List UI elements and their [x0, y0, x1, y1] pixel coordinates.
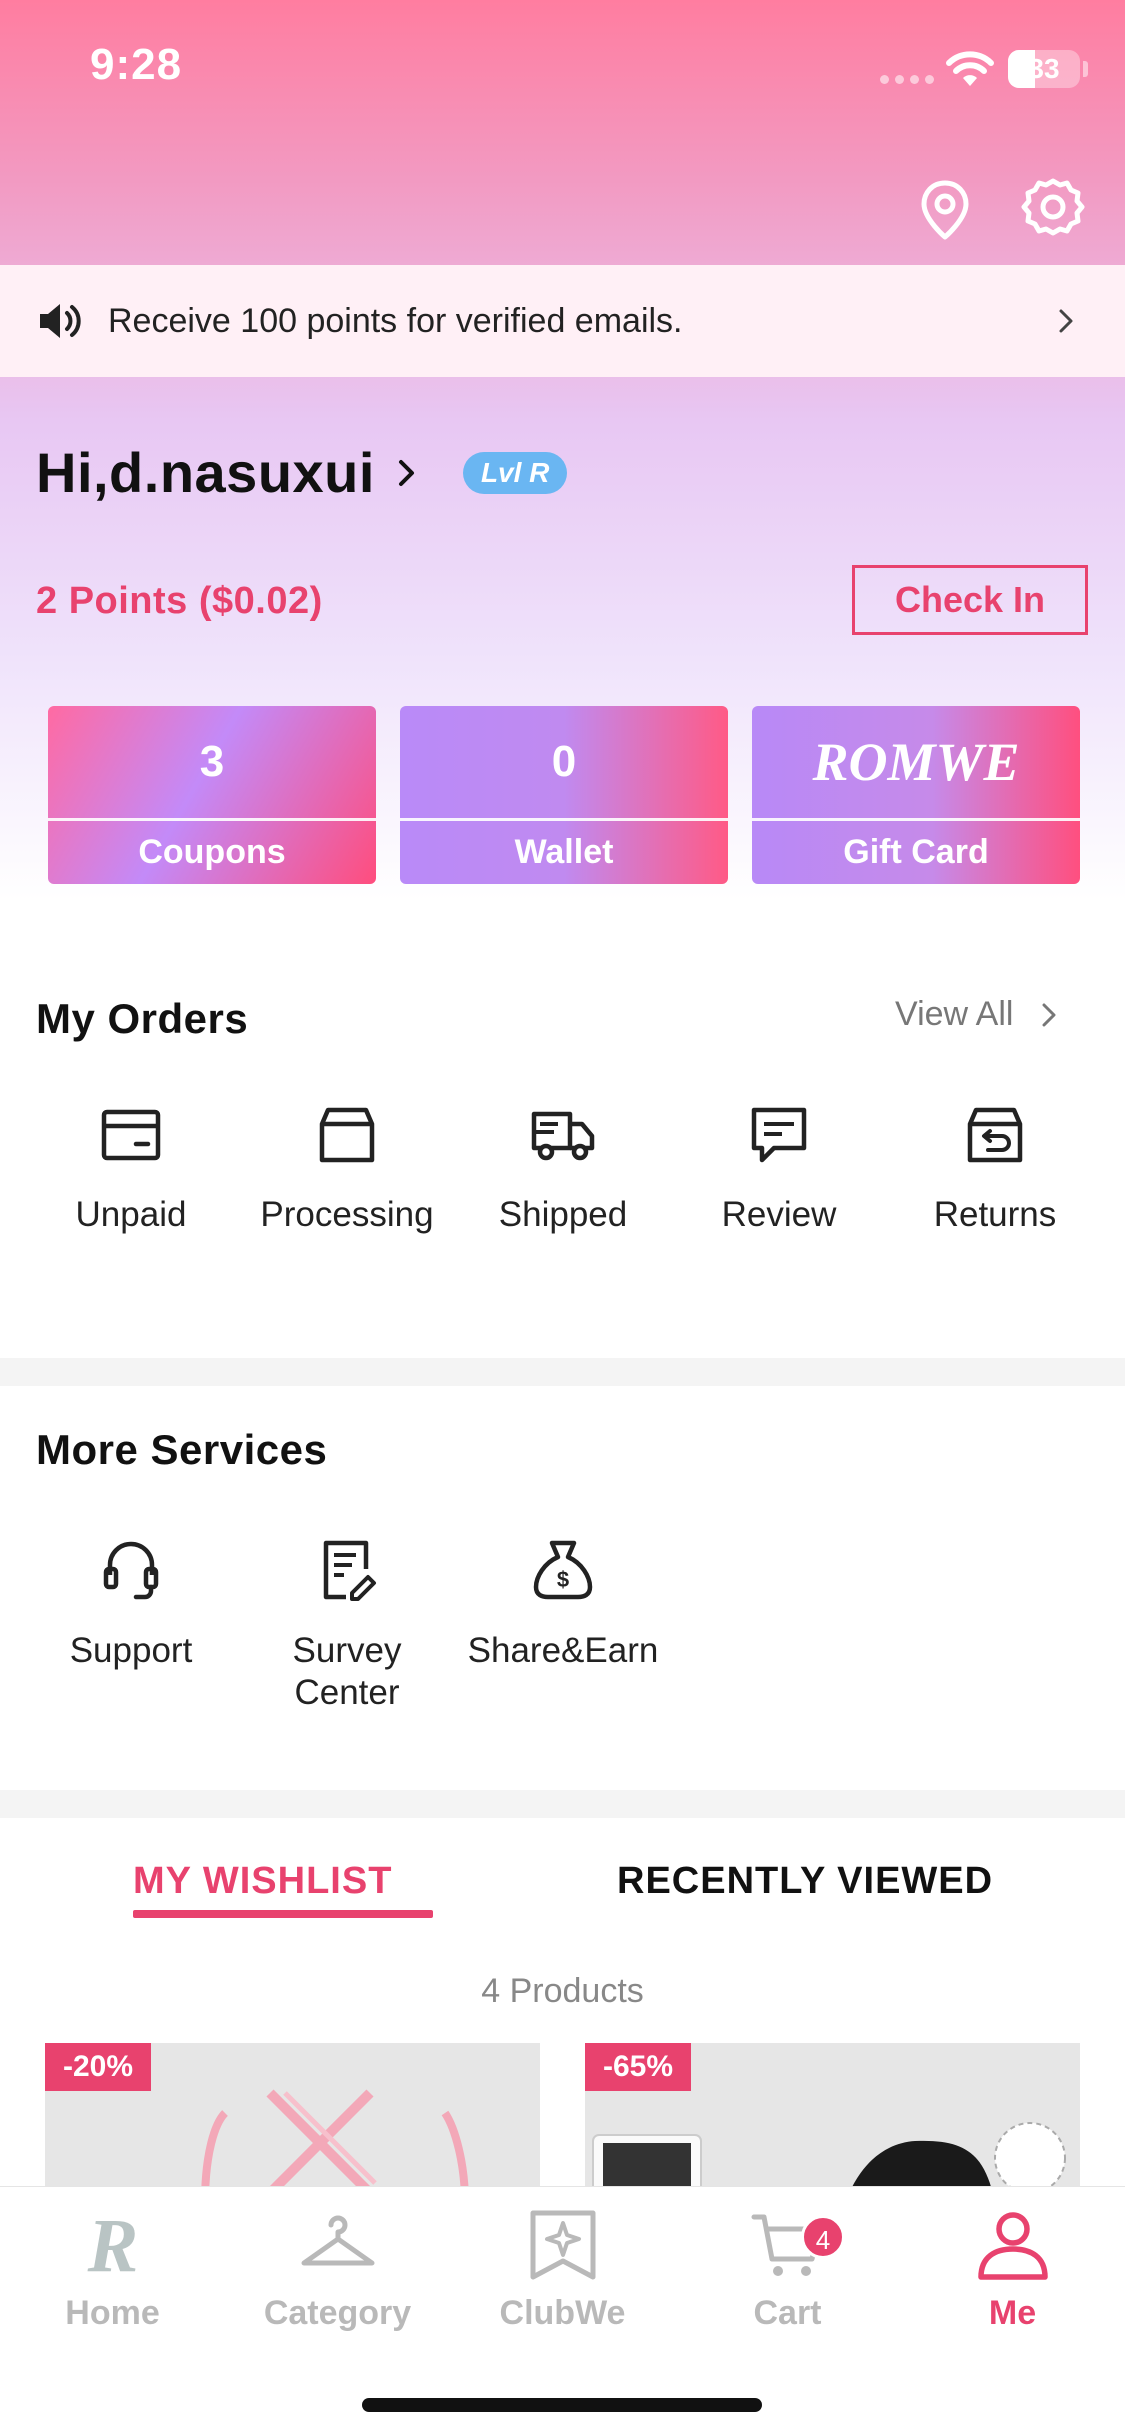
chevron-right-icon — [1042, 1003, 1056, 1026]
settings-gear-icon[interactable] — [1018, 175, 1088, 245]
my-orders-title: My Orders — [36, 995, 249, 1042]
speaker-icon — [40, 304, 81, 338]
service-survey-center[interactable]: Survey Center — [239, 1535, 455, 1714]
nav-home-label: Home — [65, 2294, 160, 2332]
wifi-icon — [946, 51, 994, 86]
return-box-icon — [967, 1107, 1023, 1163]
order-returns-label: Returns — [933, 1195, 1057, 1234]
coupons-card[interactable]: 3 Coupons — [48, 706, 376, 884]
view-all-orders-link[interactable]: View All — [895, 995, 1063, 1034]
wallet-icon — [101, 1109, 161, 1161]
service-share-earn-label: Share&Earn — [467, 1631, 659, 1670]
service-survey-label: Survey Center — [292, 1631, 402, 1712]
nav-cart[interactable]: 4 Cart — [675, 2205, 900, 2333]
wishlist-product[interactable]: -65% — [585, 2043, 1080, 2193]
section-divider — [0, 1358, 1125, 1386]
discount-badge: -20% — [45, 2043, 152, 2091]
level-badge[interactable]: Lvl R — [462, 451, 568, 494]
chevron-right-icon — [1059, 309, 1073, 333]
wallet-cards: 3 Coupons 0 Wallet ROMWE Gift Card — [48, 706, 1080, 884]
chat-icon — [751, 1107, 807, 1163]
more-services-title: More Services — [36, 1426, 328, 1473]
order-processing[interactable]: Processing — [239, 1100, 455, 1235]
order-processing-label: Processing — [260, 1195, 434, 1234]
gift-card[interactable]: ROMWE Gift Card — [752, 706, 1080, 884]
service-support[interactable]: Support — [23, 1535, 239, 1672]
svg-text:$: $ — [557, 1567, 569, 1592]
gift-card-label: Gift Card — [752, 818, 1080, 884]
nav-category-label: Category — [263, 2294, 412, 2332]
nav-cart-label: Cart — [753, 2294, 822, 2332]
order-shipped[interactable]: Shipped — [455, 1100, 671, 1235]
gift-card-logo: ROMWE — [812, 732, 1020, 792]
battery-level: 33 — [1028, 53, 1060, 84]
wallet-balance: 0 — [551, 737, 577, 786]
chevron-right-icon — [398, 459, 414, 486]
cellular-signal-icon — [880, 75, 934, 84]
active-tab-underline — [133, 1910, 433, 1918]
nav-home[interactable]: R Home — [0, 2204, 225, 2333]
status-bar: 9:28 33 — [0, 0, 1125, 140]
order-unpaid[interactable]: Unpaid — [23, 1100, 239, 1235]
svg-text:R: R — [86, 2205, 138, 2285]
headset-icon — [103, 1541, 159, 1600]
products-count: 4 Products — [481, 1972, 644, 2010]
points-balance[interactable]: 2 Points ($0.02) — [36, 580, 323, 623]
romwe-r-icon: R — [86, 2204, 138, 2288]
service-share-earn[interactable]: $ Share&Earn — [455, 1535, 671, 1672]
user-greeting: Hi,d.nasuxui — [36, 441, 375, 504]
nav-me-label: Me — [988, 2294, 1037, 2332]
announcement-text: Receive 100 points for verified emails. — [108, 301, 683, 340]
box-icon — [319, 1107, 375, 1163]
coupons-count: 3 — [199, 737, 225, 786]
clubwe-icon — [530, 2210, 595, 2280]
tab-recently-viewed[interactable]: RECENTLY VIEWED — [617, 1860, 993, 1903]
announcement-bar[interactable]: Receive 100 points for verified emails. — [0, 265, 1125, 377]
order-review[interactable]: Review — [671, 1100, 887, 1235]
check-in-button[interactable]: Check In — [852, 565, 1088, 635]
order-review-label: Review — [721, 1195, 837, 1234]
nav-clubwe-label: ClubWe — [499, 2294, 626, 2332]
product-image — [592, 2122, 1066, 2193]
profile-greeting[interactable]: Hi,d.nasuxui Lvl R — [36, 440, 568, 505]
wallet-card[interactable]: 0 Wallet — [400, 706, 728, 884]
nav-me[interactable]: Me — [900, 2205, 1125, 2333]
wishlist-product[interactable]: -20% — [45, 2043, 540, 2193]
nav-clubwe[interactable]: ClubWe — [450, 2205, 675, 2333]
discount-badge: -65% — [585, 2043, 692, 2091]
section-divider — [0, 1790, 1125, 1818]
order-shipped-label: Shipped — [498, 1195, 628, 1234]
order-unpaid-label: Unpaid — [75, 1195, 187, 1234]
coupons-label: Coupons — [48, 818, 376, 884]
truck-icon — [531, 1111, 595, 1161]
order-returns[interactable]: Returns — [887, 1100, 1103, 1235]
tab-my-wishlist[interactable]: MY WISHLIST — [133, 1860, 392, 1903]
cart-badge: 4 — [801, 2215, 845, 2259]
hanger-icon — [301, 2215, 374, 2266]
wallet-label: Wallet — [400, 818, 728, 884]
battery-tip — [1083, 61, 1088, 77]
service-support-label: Support — [69, 1631, 193, 1670]
location-icon[interactable] — [910, 175, 980, 245]
status-time: 9:28 — [90, 40, 183, 89]
product-image — [201, 2089, 469, 2193]
money-bag-icon: $ — [533, 1540, 593, 1600]
nav-category[interactable]: Category — [225, 2205, 450, 2333]
battery-icon: 33 — [1008, 50, 1080, 88]
home-indicator — [362, 2398, 762, 2412]
view-all-label: View All — [895, 995, 1014, 1033]
person-icon — [977, 2212, 1048, 2280]
survey-icon — [323, 1540, 376, 1601]
